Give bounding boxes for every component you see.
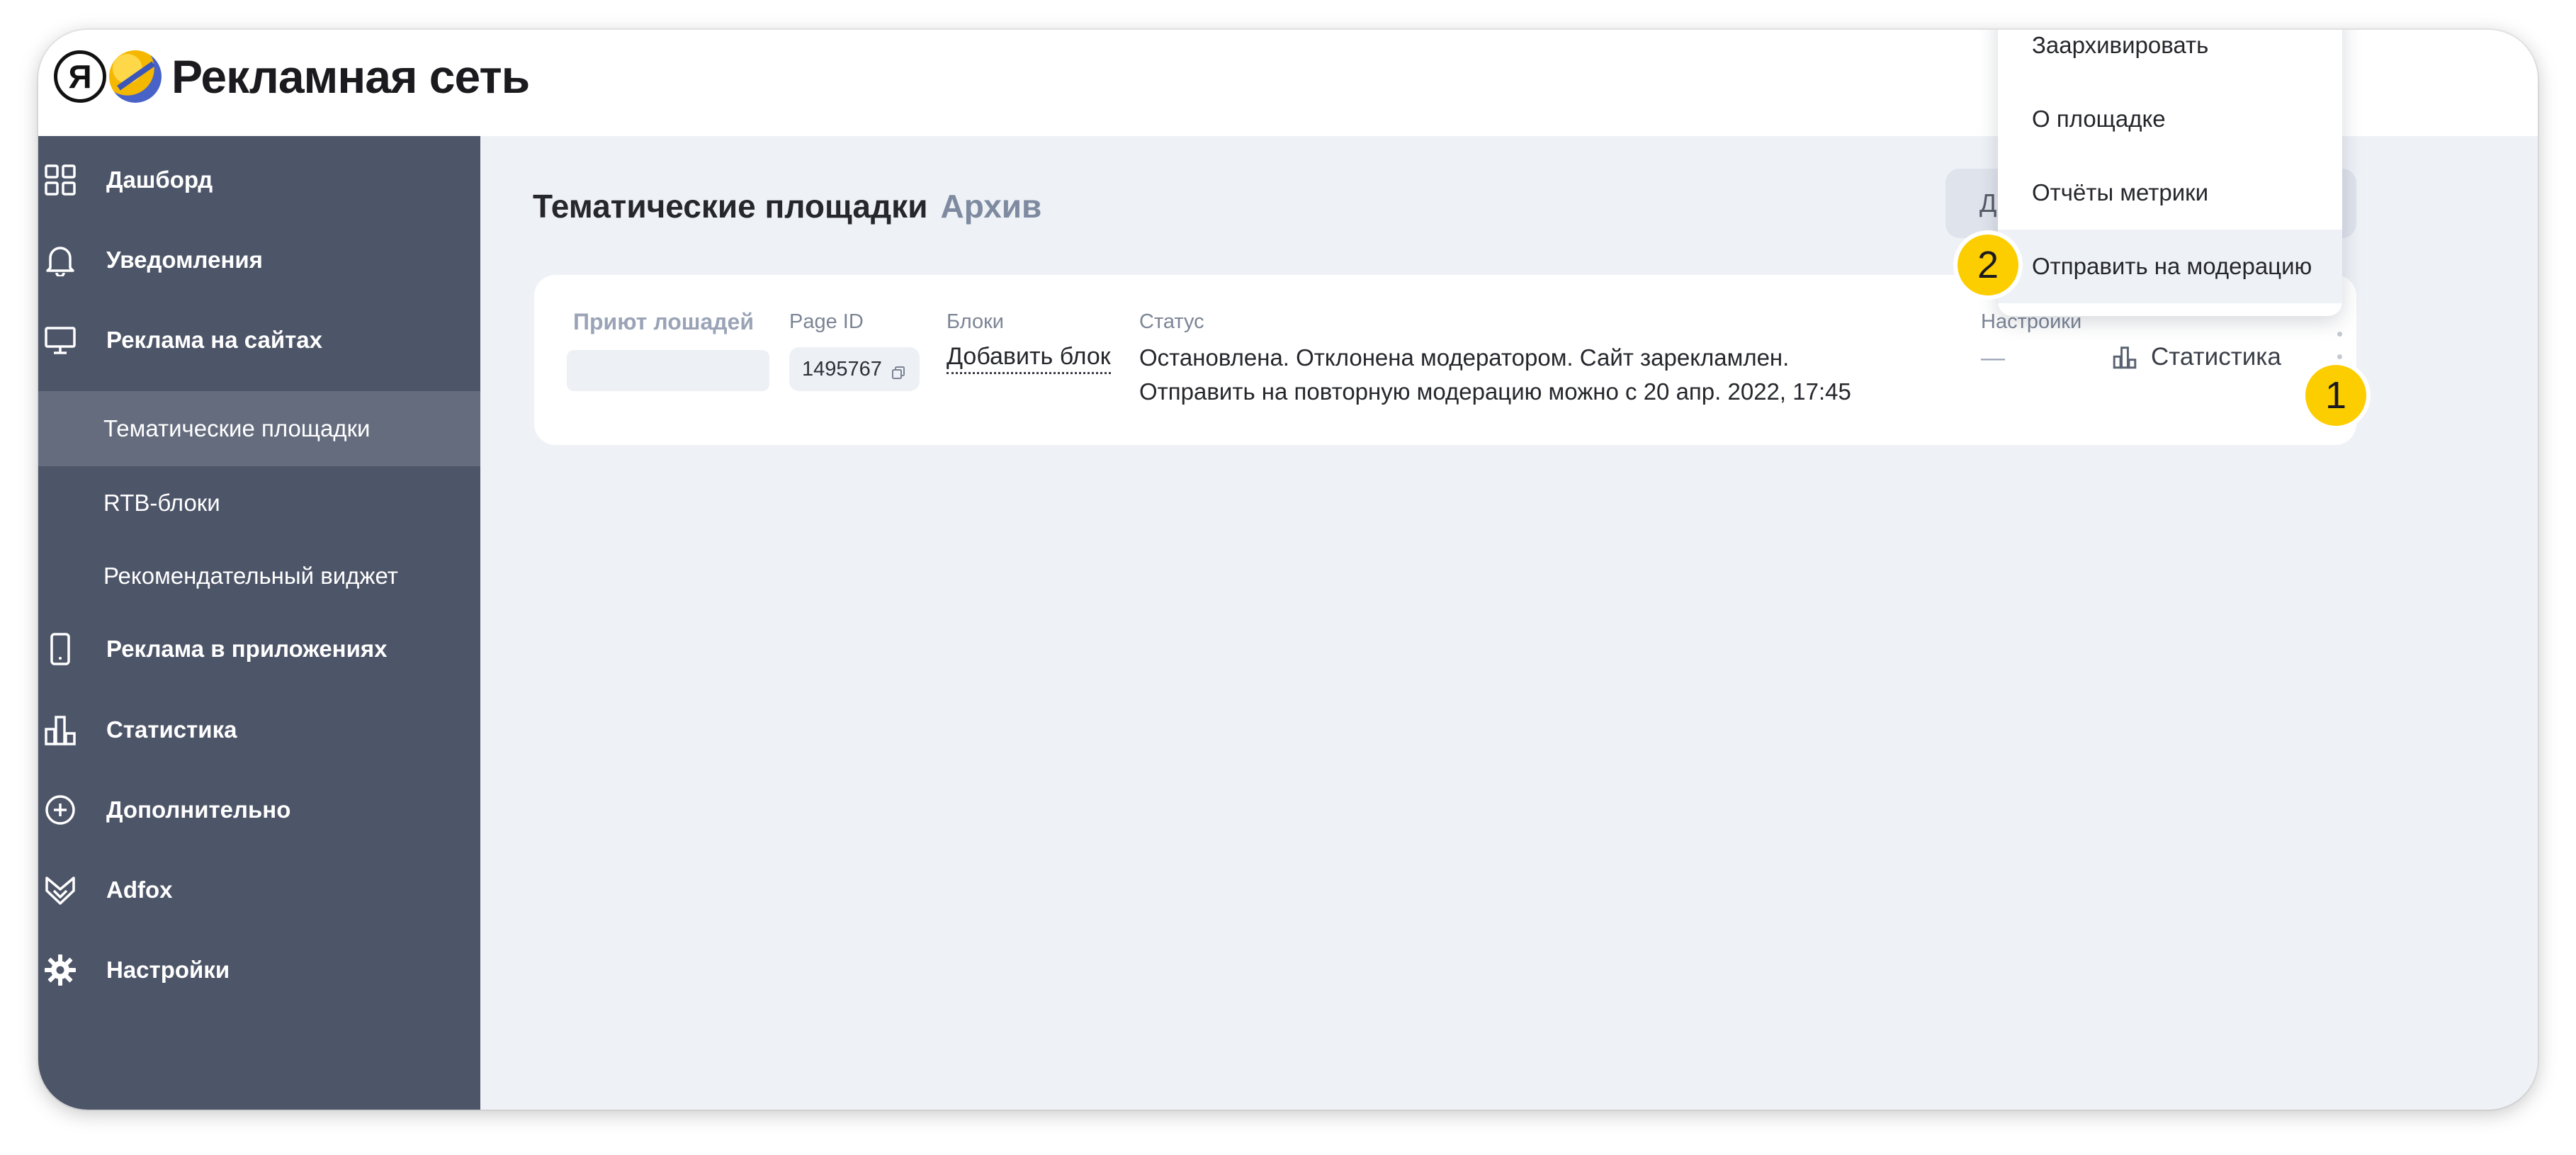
sidebar-subitem-thematic-sites[interactable]: Тематические площадки	[38, 391, 480, 466]
page-title-main: Тематические площадки	[533, 188, 928, 225]
sidebar-item-label: Тематические площадки	[103, 415, 371, 441]
sidebar: Дашборд Уведомления Реклама на сайтах Те…	[38, 136, 480, 1110]
bar-chart-icon	[2113, 345, 2137, 369]
adfox-icon	[44, 874, 77, 906]
sidebar-item-additional[interactable]: Дополнительно	[38, 771, 480, 849]
site-url-placeholder	[567, 350, 769, 391]
bell-icon	[44, 244, 77, 276]
sidebar-item-statistics[interactable]: Статистика	[38, 691, 480, 769]
sidebar-item-adfox[interactable]: Adfox	[38, 851, 480, 929]
callout-badge-2: 2	[1958, 235, 2018, 295]
archive-tab[interactable]: Архив	[940, 188, 1041, 225]
sidebar-item-settings[interactable]: Настройки	[38, 931, 480, 1009]
sidebar-item-sites-ads[interactable]: Реклама на сайтах	[38, 301, 480, 379]
actions-dropdown-menu: Заархивировать О площадке Отчёты метрики…	[1998, 30, 2342, 316]
sidebar-item-label: Статистика	[106, 716, 237, 743]
statistics-link[interactable]: Статистика	[2113, 343, 2281, 371]
sidebar-item-label: Дополнительно	[106, 796, 291, 823]
gear-icon	[44, 954, 77, 986]
sidebar-item-label: Реклама в приложениях	[106, 636, 388, 662]
bar-chart-icon	[44, 714, 77, 746]
add-block-link[interactable]: Добавить блок	[947, 343, 1111, 374]
menu-item-about-site[interactable]: О площадке	[1998, 82, 2342, 156]
sidebar-item-dashboard[interactable]: Дашборд	[38, 141, 480, 219]
sidebar-item-label: Уведомления	[106, 247, 263, 273]
sidebar-item-label: RTB-блоки	[103, 490, 220, 516]
logo-text: Рекламная сеть	[171, 50, 530, 103]
logo[interactable]: Я Рекламная сеть	[54, 50, 530, 103]
column-header-blocks: Блоки	[947, 310, 1004, 333]
column-header-status: Статус	[1139, 310, 1204, 333]
callout-badge-1: 1	[2305, 365, 2366, 426]
sidebar-item-label: Adfox	[106, 877, 173, 903]
sidebar-item-label: Дашборд	[106, 167, 213, 193]
menu-item-archive[interactable]: Заархивировать	[1998, 30, 2342, 82]
settings-value: —	[1981, 344, 2005, 371]
statistics-link-label: Статистика	[2151, 343, 2281, 371]
monitor-icon	[44, 324, 77, 356]
status-text-line2: Отправить на повторную модерацию можно с…	[1139, 378, 1851, 405]
yandex-logo-icon: Я	[54, 50, 106, 103]
sidebar-item-label: Настройки	[106, 957, 230, 983]
plus-circle-icon	[44, 794, 77, 826]
status-text-line1: Остановлена. Отклонена модератором. Сайт…	[1139, 344, 1790, 371]
dashboard-grid-icon	[44, 164, 77, 196]
sidebar-item-app-ads[interactable]: Реклама в приложениях	[38, 610, 480, 688]
menu-item-metrika-reports[interactable]: Отчёты метрики	[1998, 156, 2342, 230]
sidebar-item-notifications[interactable]: Уведомления	[38, 221, 480, 299]
sidebar-item-label: Реклама на сайтах	[106, 327, 322, 353]
sidebar-subitem-recommendation-widget[interactable]: Рекомендательный виджет	[38, 539, 480, 614]
app-window: Я Рекламная сеть Дашборд Уведомления Рек…	[38, 30, 2538, 1110]
copy-icon[interactable]	[891, 362, 905, 379]
page-title: Тематические площадки Архив	[533, 187, 1041, 225]
sidebar-subitem-rtb-blocks[interactable]: RTB-блоки	[38, 466, 480, 541]
page-id-value[interactable]: 1495767	[789, 347, 920, 391]
menu-item-send-to-moderation[interactable]: Отправить на модерацию	[1998, 230, 2342, 303]
sidebar-item-label: Рекомендательный виджет	[103, 563, 398, 589]
column-header-page-id: Page ID	[789, 310, 864, 333]
page-id-text: 1495767	[802, 357, 882, 381]
ad-network-logo-icon	[109, 50, 162, 103]
phone-icon	[44, 633, 77, 665]
site-name: Приют лошадей	[573, 309, 755, 334]
